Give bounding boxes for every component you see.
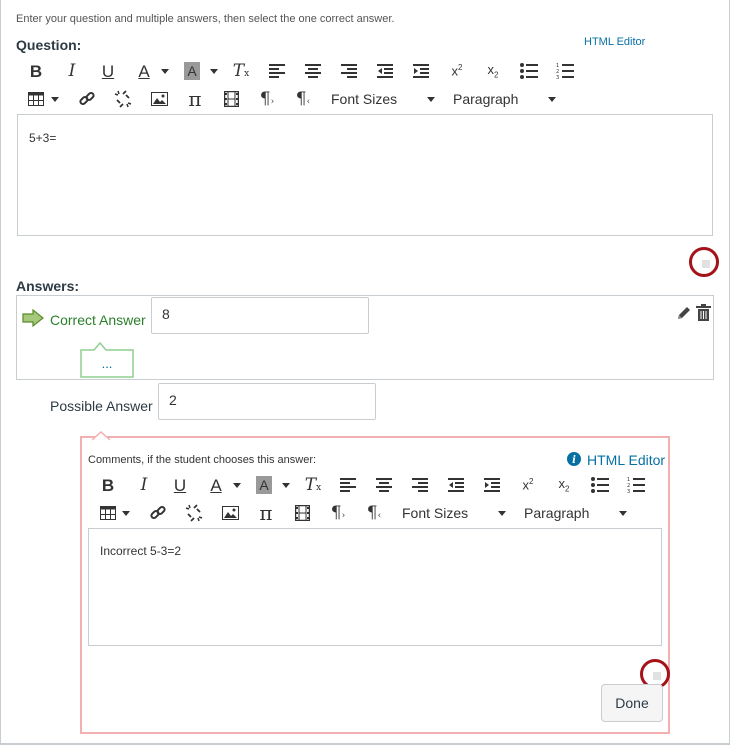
edit-answer-pencil-icon[interactable] [676, 305, 692, 326]
svg-text:3: 3 [556, 75, 559, 79]
font-sizes-caret-icon[interactable] [498, 511, 506, 516]
align-center-icon[interactable] [371, 474, 397, 496]
font-sizes-caret-icon[interactable] [427, 97, 435, 102]
question-label: Question: [16, 37, 82, 53]
comments-html-editor-link[interactable]: HTML Editor [587, 452, 665, 468]
align-left-icon[interactable] [335, 474, 361, 496]
font-sizes-dropdown[interactable]: Font Sizes [402, 505, 468, 521]
instructions-text: Enter your question and multiple answers… [16, 13, 395, 25]
correct-answer-input[interactable]: 8 [151, 297, 369, 334]
correct-answer-arrow-icon[interactable] [22, 308, 44, 332]
correct-answer-value: 8 [162, 306, 170, 322]
correct-answer-comment-toggle[interactable]: ... [80, 342, 134, 378]
question-body-text: 5+3= [29, 131, 57, 145]
table-icon[interactable] [95, 502, 121, 524]
question-editor-resize-handle[interactable] [689, 247, 719, 277]
superscript-icon[interactable]: x2 [444, 60, 470, 82]
equation-pi-icon[interactable]: π [182, 88, 208, 110]
numbered-list-icon[interactable]: 123 [623, 474, 649, 496]
link-icon[interactable] [145, 502, 171, 524]
subscript-icon[interactable]: x2 [551, 474, 577, 496]
unlink-icon[interactable] [181, 502, 207, 524]
possible-answer-value: 2 [169, 392, 177, 408]
rtl-paragraph-icon[interactable]: ¶‹ [290, 88, 316, 110]
align-right-icon[interactable] [336, 60, 362, 82]
media-film-icon[interactable] [218, 88, 244, 110]
possible-answer-label: Possible Answer [50, 398, 153, 414]
info-icon[interactable]: i [567, 452, 581, 471]
question-html-editor-link[interactable]: HTML Editor [584, 36, 645, 48]
background-color-button[interactable]: A [251, 474, 277, 496]
comments-text-editor[interactable]: Incorrect 5-3=2 [88, 528, 662, 646]
font-sizes-dropdown[interactable]: Font Sizes [331, 91, 397, 107]
bold-button[interactable]: B [95, 474, 121, 496]
superscript-icon[interactable]: x2 [515, 474, 541, 496]
correct-answer-label: Correct Answer [50, 312, 146, 328]
resize-grip-icon [702, 260, 710, 268]
paragraph-caret-icon[interactable] [619, 511, 627, 516]
paragraph-format-dropdown[interactable]: Paragraph [453, 91, 518, 107]
text-color-caret-icon[interactable] [233, 483, 241, 488]
subscript-icon[interactable]: x2 [480, 60, 506, 82]
comments-pointer [91, 428, 111, 446]
bullet-list-icon[interactable] [516, 60, 542, 82]
link-icon[interactable] [74, 88, 100, 110]
image-icon[interactable] [217, 502, 243, 524]
question-text-editor[interactable]: 5+3= [17, 114, 713, 236]
comments-body-text: Incorrect 5-3=2 [100, 544, 182, 558]
comment-toggle-ellipsis: ... [101, 356, 113, 371]
underline-button[interactable]: U [167, 474, 193, 496]
bold-button[interactable]: B [23, 60, 49, 82]
italic-button[interactable]: I [131, 474, 157, 496]
rtl-paragraph-icon[interactable]: ¶‹ [361, 502, 387, 524]
unlink-icon[interactable] [110, 88, 136, 110]
background-color-caret-icon[interactable] [282, 483, 290, 488]
text-color-button[interactable]: A [203, 474, 229, 496]
align-left-icon[interactable] [264, 60, 290, 82]
table-caret-icon[interactable] [122, 511, 130, 516]
table-caret-icon[interactable] [51, 97, 59, 102]
paragraph-caret-icon[interactable] [548, 97, 556, 102]
indent-icon[interactable] [479, 474, 505, 496]
outdent-icon[interactable] [372, 60, 398, 82]
equation-pi-icon[interactable]: π [253, 502, 279, 524]
align-right-icon[interactable] [407, 474, 433, 496]
ltr-paragraph-icon[interactable]: ¶› [254, 88, 280, 110]
numbered-list-icon[interactable]: 123 [552, 60, 578, 82]
background-color-caret-icon[interactable] [210, 69, 218, 74]
bullet-list-icon[interactable] [587, 474, 613, 496]
done-button[interactable]: Done [601, 684, 663, 722]
delete-answer-trash-icon[interactable] [696, 304, 711, 326]
possible-answer-input[interactable]: 2 [158, 383, 376, 420]
image-icon[interactable] [146, 88, 172, 110]
ltr-paragraph-icon[interactable]: ¶› [325, 502, 351, 524]
answers-label: Answers: [16, 278, 80, 294]
media-film-icon[interactable] [289, 502, 315, 524]
background-color-button[interactable]: A [179, 60, 205, 82]
resize-grip-icon [653, 672, 661, 680]
indent-icon[interactable] [408, 60, 434, 82]
paragraph-format-dropdown[interactable]: Paragraph [524, 505, 589, 521]
table-icon[interactable] [23, 88, 49, 110]
clear-formatting-button[interactable]: Tx [300, 474, 326, 496]
svg-text:i: i [572, 455, 576, 466]
text-color-button[interactable]: A [131, 60, 157, 82]
comments-label: Comments, if the student chooses this an… [88, 454, 317, 466]
clear-formatting-button[interactable]: Tx [228, 60, 254, 82]
underline-button[interactable]: U [95, 60, 121, 82]
outdent-icon[interactable] [443, 474, 469, 496]
svg-text:3: 3 [627, 489, 630, 493]
text-color-caret-icon[interactable] [161, 69, 169, 74]
align-center-icon[interactable] [300, 60, 326, 82]
italic-button[interactable]: I [59, 60, 85, 82]
